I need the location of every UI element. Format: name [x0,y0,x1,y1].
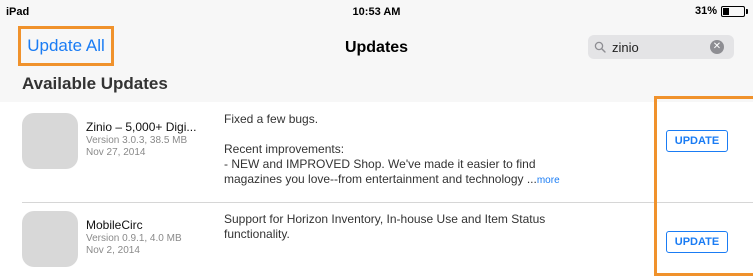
update-row: Zinio – 5,000+ Digi... Version 3.0.3, 38… [0,102,753,202]
notes-line: magazines you love--from entertainment a… [224,172,537,186]
status-time: 10:53 AM [352,6,401,18]
update-button[interactable]: UPDATE [666,231,728,253]
release-notes: Fixed a few bugs. Recent improvements: -… [224,112,644,188]
release-notes: Support for Horizon Inventory, In-house … [224,212,644,242]
section-title: Available Updates [22,74,168,93]
clear-icon[interactable]: ✕ [710,40,724,54]
battery-percent: 31% [694,5,717,17]
more-link[interactable]: more [537,175,560,186]
app-icon[interactable] [22,113,78,169]
battery-status: 31% [694,5,748,17]
search-value: zinio [612,39,639,55]
update-button[interactable]: UPDATE [666,130,728,152]
nav-bar: Update All Updates zinio ✕ [0,22,753,72]
app-meta: MobileCirc Version 0.9.1, 4.0 MB Nov 2, … [86,218,220,256]
app-name[interactable]: Zinio – 5,000+ Digi... [86,120,220,134]
search-input[interactable]: zinio ✕ [588,35,734,59]
app-icon[interactable] [22,211,78,267]
notes-line: - NEW and IMPROVED Shop. We've made it e… [224,157,536,171]
update-row: MobileCirc Version 0.9.1, 4.0 MB Nov 2, … [0,202,753,276]
search-icon [588,35,612,59]
app-version: Version 3.0.3, 38.5 MB [86,135,188,146]
notes-line: Support for Horizon Inventory, In-house … [224,212,546,226]
battery-icon [721,5,748,17]
notes-line: functionality. [224,227,290,241]
notes-line: Recent improvements: [224,142,345,156]
app-meta: Zinio – 5,000+ Digi... Version 3.0.3, 38… [86,120,220,158]
notes-line: Fixed a few bugs. [224,112,319,126]
app-name[interactable]: MobileCirc [86,218,220,232]
status-bar: iPad 10:53 AM 31% [0,0,753,22]
app-date: Nov 2, 2014 [86,245,140,256]
app-version: Version 0.9.1, 4.0 MB [86,233,182,244]
app-date: Nov 27, 2014 [86,147,146,158]
